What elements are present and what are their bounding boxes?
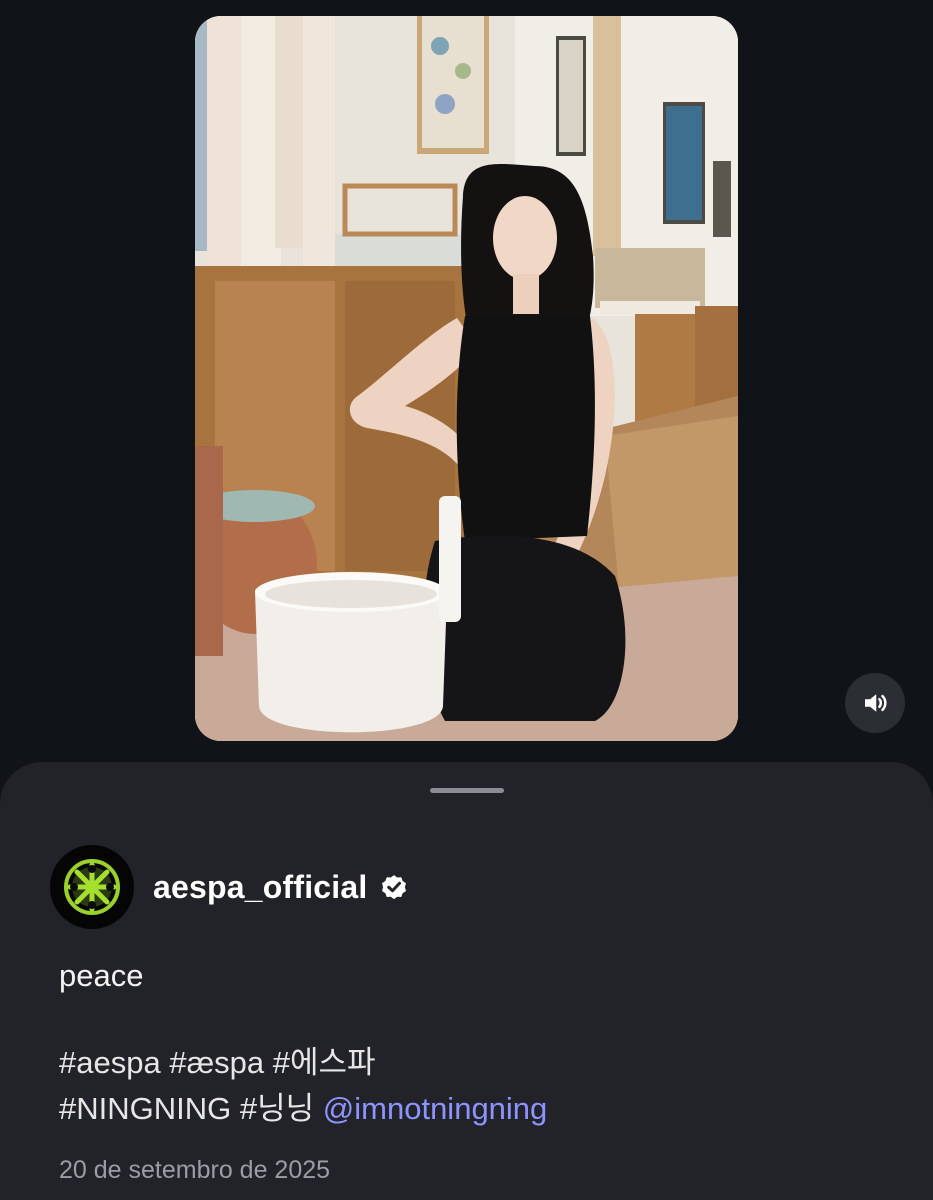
- hashtag-line: #NINGNING #닝닝 @imnotningning: [59, 1086, 547, 1132]
- threads-mention-icon: @: [322, 1091, 355, 1126]
- hashtag-link[interactable]: #에스파: [273, 1045, 376, 1080]
- hashtag-link[interactable]: #æspa: [169, 1045, 264, 1080]
- username[interactable]: aespa_official: [153, 869, 367, 906]
- post-details-sheet: aespa_official peace #aespa #æspa #에스파 #…: [0, 762, 933, 1200]
- post-viewer: aespa_official peace #aespa #æspa #에스파 #…: [0, 0, 933, 1200]
- post-video[interactable]: [195, 16, 738, 741]
- hashtag-link[interactable]: #aespa: [59, 1045, 161, 1080]
- mention-handle: imnotningning: [354, 1091, 548, 1126]
- hashtag-link[interactable]: #NINGNING: [59, 1091, 231, 1126]
- avatar[interactable]: [50, 845, 134, 929]
- hashtag-link[interactable]: #닝닝: [240, 1091, 314, 1126]
- sound-toggle-button[interactable]: [845, 673, 905, 733]
- post-author: aespa_official: [50, 845, 409, 929]
- post-hashtags: #aespa #æspa #에스파 #NINGNING #닝닝 @imnotni…: [59, 1040, 547, 1132]
- speaker-volume-icon: [865, 694, 887, 712]
- sheet-drag-handle[interactable]: [430, 788, 504, 793]
- post-date: 20 de setembro de 2025: [59, 1156, 331, 1184]
- aespa-logo-icon: [64, 859, 120, 915]
- post-caption: peace: [59, 958, 144, 993]
- verified-badge-icon: [379, 872, 409, 902]
- video-frame: [195, 16, 738, 741]
- mention-link[interactable]: @imnotningning: [323, 1091, 548, 1126]
- hashtag-line: #aespa #æspa #에스파: [59, 1040, 547, 1086]
